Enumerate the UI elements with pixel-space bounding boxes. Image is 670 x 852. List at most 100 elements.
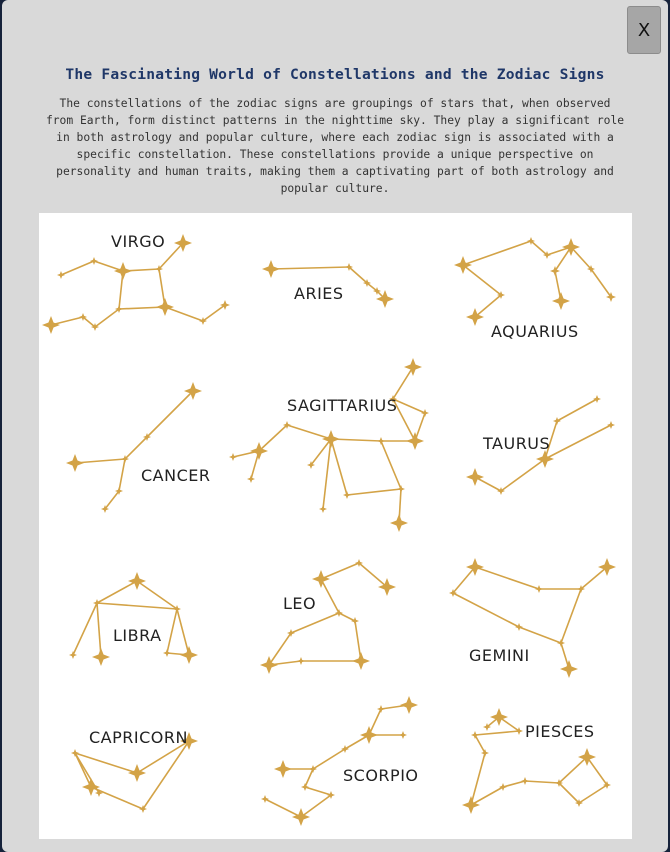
- star-icon: [95, 789, 103, 797]
- constellation-piesces: PIESCES: [462, 708, 611, 814]
- constellation-line: [136, 580, 178, 610]
- constellation-line: [462, 240, 532, 266]
- star-icon: [229, 453, 237, 461]
- constellation-line: [270, 266, 350, 270]
- constellation-line: [176, 608, 190, 656]
- constellation-line: [560, 588, 582, 644]
- star-icon: [57, 271, 65, 279]
- constellation-line: [558, 756, 588, 784]
- star-icon: [557, 639, 565, 647]
- star-icon: [377, 437, 385, 445]
- constellation-line: [320, 562, 360, 580]
- star-icon: [481, 749, 489, 757]
- constellation-aquarius: AQUARIUS: [454, 237, 616, 341]
- constellation-capricorn: CAPRICORN: [71, 728, 198, 813]
- constellation-sagittarius: SAGITTARIUS: [229, 358, 429, 532]
- constellation-line: [60, 260, 95, 276]
- star-icon: [552, 292, 570, 310]
- star-icon: [341, 745, 349, 753]
- constellation-label-virgo: VIRGO: [111, 232, 165, 251]
- star-icon: [128, 764, 146, 782]
- star-icon: [397, 485, 405, 493]
- constellation-line: [290, 612, 340, 634]
- constellation-line: [502, 780, 526, 788]
- star-icon: [406, 432, 424, 450]
- modal-title: The Fascinating World of Constellations …: [65, 66, 605, 83]
- modal-description: The constellations of the zodiac signs a…: [45, 97, 625, 195]
- star-icon: [335, 609, 343, 617]
- star-icon: [560, 660, 578, 678]
- star-icon: [607, 421, 615, 429]
- star-icon: [301, 783, 309, 791]
- star-icon: [351, 617, 359, 625]
- star-icon: [292, 808, 310, 826]
- constellation-line: [474, 476, 502, 492]
- star-icon: [471, 731, 479, 739]
- constellation-line: [452, 592, 520, 628]
- constellation-line: [166, 608, 178, 654]
- star-icon: [515, 623, 523, 631]
- star-icon: [462, 796, 480, 814]
- constellation-label-capricorn: CAPRICORN: [89, 728, 188, 747]
- zodiac-constellations-image: VIRGO ARIES AQUARIUS CANCER SAGITTARIUS TAURU…: [39, 213, 632, 839]
- star-icon: [297, 657, 305, 665]
- constellation-line: [346, 488, 402, 496]
- star-icon: [312, 570, 330, 588]
- constellation-line: [286, 424, 332, 440]
- star-icon: [360, 726, 378, 744]
- constellation-line: [300, 794, 332, 818]
- constellation-scorpio: SCORPIO: [261, 696, 418, 826]
- star-icon: [260, 656, 278, 674]
- constellation-line: [474, 734, 486, 754]
- constellation-line: [164, 306, 204, 322]
- constellation-line: [304, 768, 314, 788]
- star-icon: [92, 648, 110, 666]
- constellation-line: [580, 566, 608, 590]
- star-icon: [66, 454, 84, 472]
- constellation-gemini: GEMINI: [449, 558, 616, 678]
- star-icon: [421, 409, 429, 417]
- constellation-line: [524, 780, 560, 784]
- constellation-line: [72, 602, 98, 656]
- close-button[interactable]: X: [627, 6, 661, 54]
- constellation-line: [556, 398, 598, 422]
- constellation-label-aries: ARIES: [294, 284, 344, 303]
- constellation-line: [74, 458, 126, 464]
- constellation-line: [264, 798, 302, 818]
- constellation-line: [518, 626, 562, 644]
- constellation-line: [348, 266, 368, 284]
- constellation-libra: LIBRA: [69, 572, 198, 666]
- constellation-label-libra: LIBRA: [113, 626, 162, 645]
- constellation-line: [82, 316, 96, 328]
- star-icon: [550, 266, 560, 276]
- star-icon: [319, 505, 327, 513]
- star-icon: [466, 468, 484, 486]
- star-icon: [553, 417, 561, 425]
- star-icon: [309, 765, 317, 773]
- star-icon: [322, 430, 340, 448]
- constellation-label-taurus: TAURUS: [482, 434, 550, 453]
- constellation-line: [96, 602, 102, 658]
- constellation-line: [366, 282, 378, 292]
- constellation-cancer: CANCER: [66, 382, 210, 513]
- star-icon: [454, 256, 472, 274]
- star-icon: [180, 646, 198, 664]
- constellation-line: [530, 240, 548, 256]
- constellation-line: [304, 786, 332, 796]
- constellation-taurus: TAURUS: [466, 395, 615, 495]
- constellation-line: [330, 438, 348, 496]
- star-icon: [128, 572, 146, 590]
- star-icon: [343, 491, 351, 499]
- constellation-line: [118, 458, 126, 492]
- constellation-line: [558, 782, 580, 804]
- constellation-line: [104, 490, 120, 510]
- constellation-line: [320, 578, 340, 614]
- star-icon: [535, 585, 543, 593]
- constellation-line: [258, 424, 288, 452]
- constellation-label-leo: LEO: [283, 594, 316, 613]
- constellation-line: [338, 612, 356, 622]
- star-icon: [42, 316, 60, 334]
- constellation-line: [96, 602, 178, 610]
- constellation-line: [474, 730, 520, 736]
- constellation-label-piesces: PIESCES: [525, 722, 595, 741]
